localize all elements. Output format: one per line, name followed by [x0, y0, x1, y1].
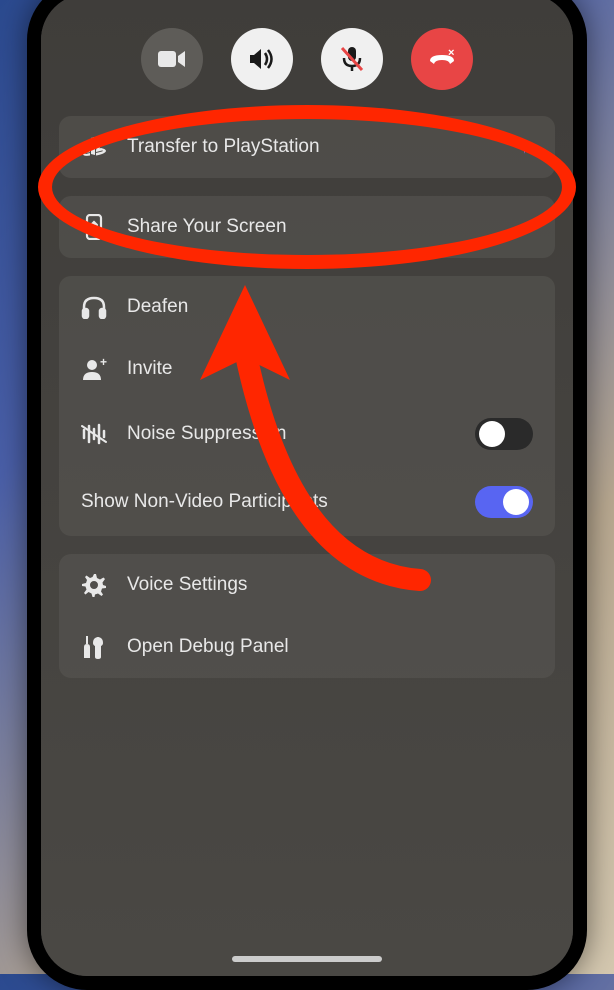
- noise-suppression-item[interactable]: Noise Suppression: [59, 400, 555, 468]
- video-icon: [158, 49, 186, 69]
- wrench-icon: [81, 634, 107, 660]
- show-nonvideo-label: Show Non-Video Participants: [81, 491, 455, 513]
- speaker-button[interactable]: [231, 28, 293, 90]
- invite-label: Invite: [127, 358, 533, 380]
- svg-text:×: ×: [448, 47, 454, 59]
- sparkle-icon: ✦: [516, 135, 533, 160]
- voice-settings-item[interactable]: Voice Settings: [59, 554, 555, 616]
- app-screen: × Transfer to PlayStation ✦ Share Your S…: [41, 0, 573, 976]
- deafen-label: Deafen: [127, 296, 533, 318]
- debug-panel-label: Open Debug Panel: [127, 636, 533, 658]
- call-action-bar: ×: [51, 14, 563, 116]
- phone-hangup-icon: ×: [427, 47, 457, 71]
- transfer-label: Transfer to PlayStation: [127, 136, 496, 158]
- hangup-button[interactable]: ×: [411, 28, 473, 90]
- voice-settings-label: Voice Settings: [127, 574, 533, 596]
- gear-icon: [81, 572, 107, 598]
- person-plus-icon: +: [81, 356, 107, 382]
- phone-frame: × Transfer to PlayStation ✦ Share Your S…: [27, 0, 587, 990]
- noise-suppression-toggle[interactable]: [475, 418, 533, 450]
- toggle-knob: [479, 421, 505, 447]
- invite-item[interactable]: + Invite: [59, 338, 555, 400]
- mute-button[interactable]: [321, 28, 383, 90]
- speaker-icon: [248, 47, 276, 71]
- menu-group-transfer: Transfer to PlayStation ✦: [59, 116, 555, 178]
- transfer-playstation-item[interactable]: Transfer to PlayStation ✦: [59, 116, 555, 178]
- menu-group-share: Share Your Screen: [59, 196, 555, 258]
- home-indicator[interactable]: [232, 956, 382, 962]
- share-screen-icon: [81, 214, 107, 240]
- deafen-item[interactable]: Deafen: [59, 276, 555, 338]
- svg-text:+: +: [100, 358, 107, 369]
- noise-icon: [81, 421, 107, 447]
- toggle-knob: [503, 489, 529, 515]
- mic-muted-icon: [340, 46, 364, 72]
- share-screen-item[interactable]: Share Your Screen: [59, 196, 555, 258]
- video-button[interactable]: [141, 28, 203, 90]
- playstation-icon: [81, 134, 107, 160]
- show-nonvideo-item[interactable]: Show Non-Video Participants: [59, 468, 555, 536]
- debug-panel-item[interactable]: Open Debug Panel: [59, 616, 555, 678]
- show-nonvideo-toggle[interactable]: [475, 486, 533, 518]
- noise-suppression-label: Noise Suppression: [127, 423, 455, 445]
- menu-group-settings: Voice Settings Open Debug Panel: [59, 554, 555, 678]
- share-screen-label: Share Your Screen: [127, 216, 533, 238]
- headphones-icon: [81, 294, 107, 320]
- menu-group-audio: Deafen + Invite Noise Suppression Show N…: [59, 276, 555, 536]
